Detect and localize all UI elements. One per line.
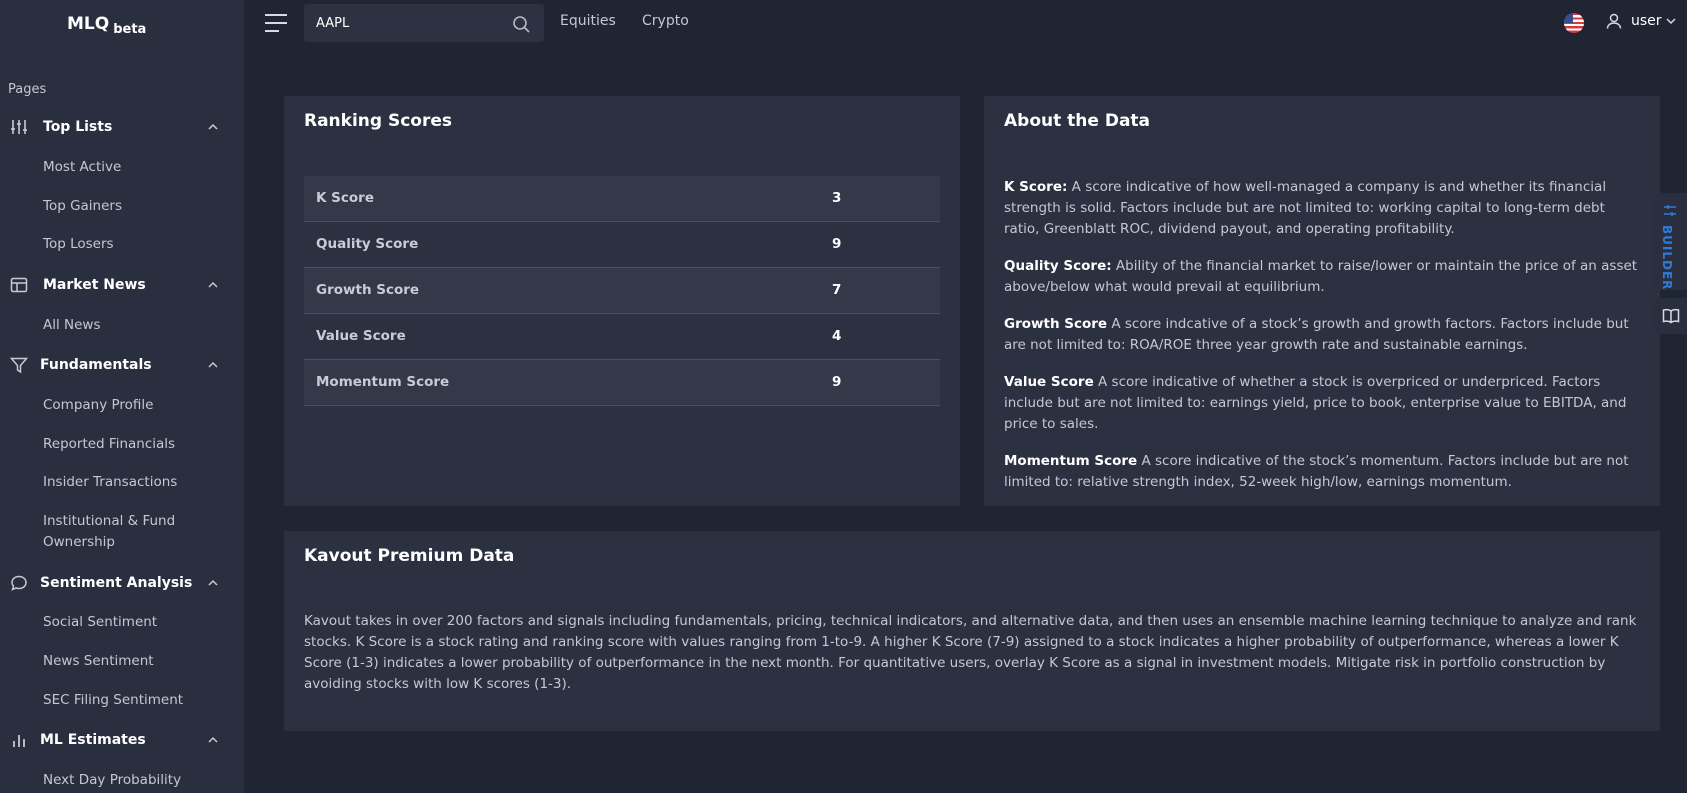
chevron-up-icon xyxy=(208,123,218,130)
table-row: K Score 3 xyxy=(304,176,940,222)
definition-term: Growth Score xyxy=(1004,316,1108,332)
chevron-up-icon xyxy=(208,579,218,586)
nav-link-equities[interactable]: Equities xyxy=(560,13,616,29)
table-row: Momentum Score 9 xyxy=(304,360,940,406)
definition-k-score: K Score: A score indicative of how well-… xyxy=(1004,177,1644,240)
sidebar-section-label: Top Lists xyxy=(43,119,113,135)
docs-tab[interactable] xyxy=(1653,298,1687,334)
pages-label: Pages xyxy=(8,82,47,97)
definition-growth-score: Growth Score A score indcative of a stoc… xyxy=(1004,314,1644,356)
score-name: Value Score xyxy=(316,328,406,344)
sidebar-section-label: Fundamentals xyxy=(40,357,152,373)
logo-text: MLQ xyxy=(67,14,110,34)
search-input[interactable] xyxy=(316,4,506,42)
sidebar-item-label-line1: Institutional & Fund xyxy=(43,513,176,529)
ranking-scores-table: K Score 3 Quality Score 9 Growth Score 7… xyxy=(304,176,940,406)
sidebar-item-insider-transactions[interactable]: Insider Transactions xyxy=(43,472,177,493)
score-name: K Score xyxy=(316,190,374,206)
about-data-card: About the Data K Score: A score indicati… xyxy=(984,96,1660,506)
beta-badge: beta xyxy=(113,22,147,37)
user-label: user xyxy=(1631,13,1662,29)
bar-chart-icon xyxy=(13,735,25,747)
sidebar-item-reported-financials[interactable]: Reported Financials xyxy=(43,434,175,455)
sidebar-item-next-day-probability[interactable]: Next Day Probability xyxy=(43,770,181,791)
sidebar-item-label-line2: Ownership xyxy=(43,534,115,550)
definition-term: Value Score xyxy=(1004,374,1094,390)
sidebar-item-top-gainers[interactable]: Top Gainers xyxy=(43,196,122,217)
sidebar-section-market-news[interactable]: Market News xyxy=(0,266,244,304)
builder-label: BUILDER xyxy=(1660,225,1674,291)
score-name: Growth Score xyxy=(316,282,420,298)
about-data-title: About the Data xyxy=(1004,111,1151,131)
user-icon xyxy=(1606,13,1622,29)
sliders-icon xyxy=(11,120,27,134)
definition-text: A score indicative of whether a stock is… xyxy=(1004,374,1627,432)
definition-quality-score: Quality Score: Ability of the financial … xyxy=(1004,256,1644,298)
definition-term: Quality Score: xyxy=(1004,258,1112,274)
sidebar-section-label: Market News xyxy=(43,277,146,293)
hamburger-menu-icon[interactable] xyxy=(264,12,288,34)
definition-value-score: Value Score A score indicative of whethe… xyxy=(1004,372,1644,435)
sidebar-item-sec-filing-sentiment[interactable]: SEC Filing Sentiment xyxy=(43,690,183,711)
chevron-up-icon xyxy=(208,281,218,288)
chevron-down-icon xyxy=(1666,18,1676,25)
app-logo[interactable]: MLQ beta xyxy=(67,14,147,37)
sidebar-section-fundamentals[interactable]: Fundamentals xyxy=(0,346,244,384)
sidebar-item-news-sentiment[interactable]: News Sentiment xyxy=(43,651,154,672)
sidebar-section-label: ML Estimates xyxy=(40,732,146,748)
score-value: 9 xyxy=(832,374,842,390)
sidebar-item-social-sentiment[interactable]: Social Sentiment xyxy=(43,612,157,633)
chevron-up-icon xyxy=(208,736,218,743)
table-row: Quality Score 9 xyxy=(304,222,940,268)
score-value: 4 xyxy=(832,328,842,344)
score-value: 9 xyxy=(832,236,842,252)
kavout-premium-card: Kavout Premium Data Kavout takes in over… xyxy=(284,531,1660,731)
sidebar-section-top-lists[interactable]: Top Lists xyxy=(0,108,244,146)
sidebar: MLQ beta Pages Top Lists Most Active Top … xyxy=(0,0,244,793)
us-flag-icon[interactable] xyxy=(1564,13,1584,33)
sidebar-item-all-news[interactable]: All News xyxy=(43,315,101,336)
newspaper-icon xyxy=(10,277,28,293)
sidebar-section-label: Sentiment Analysis xyxy=(40,575,193,591)
definition-term: Momentum Score xyxy=(1004,453,1138,469)
table-row: Value Score 4 xyxy=(304,314,940,360)
definition-term: K Score: xyxy=(1004,179,1068,195)
sidebar-item-most-active[interactable]: Most Active xyxy=(43,157,121,178)
builder-icon xyxy=(1664,205,1676,216)
sidebar-item-company-profile[interactable]: Company Profile xyxy=(43,395,154,416)
search-box xyxy=(304,4,544,42)
score-value: 3 xyxy=(832,190,842,206)
sidebar-item-institutional-fund-ownership[interactable]: Institutional & Fund Ownership xyxy=(43,511,175,553)
definition-text: A score indicative of how well-managed a… xyxy=(1004,179,1607,237)
sidebar-item-top-losers[interactable]: Top Losers xyxy=(43,234,114,255)
user-menu[interactable]: user xyxy=(1605,12,1676,30)
search-icon[interactable] xyxy=(512,15,530,33)
about-data-text: K Score: A score indicative of how well-… xyxy=(1004,177,1644,509)
builder-tab[interactable]: BUILDER xyxy=(1653,193,1687,290)
sidebar-section-ml-estimates[interactable]: ML Estimates xyxy=(0,721,244,759)
score-name: Quality Score xyxy=(316,236,419,252)
filter-icon xyxy=(10,357,28,374)
chat-bubble-icon xyxy=(11,575,27,591)
kavout-premium-text: Kavout takes in over 200 factors and sig… xyxy=(304,613,1637,692)
sidebar-section-sentiment-analysis[interactable]: Sentiment Analysis xyxy=(0,564,244,602)
chevron-up-icon xyxy=(208,361,218,368)
table-row: Growth Score 7 xyxy=(304,268,940,314)
definition-momentum-score: Momentum Score A score indicative of the… xyxy=(1004,451,1644,493)
score-value: 7 xyxy=(832,282,842,298)
nav-link-crypto[interactable]: Crypto xyxy=(642,13,689,29)
kavout-premium-title: Kavout Premium Data xyxy=(304,546,515,566)
score-name: Momentum Score xyxy=(316,374,450,390)
book-icon xyxy=(1662,308,1680,324)
ranking-scores-title: Ranking Scores xyxy=(304,111,453,131)
ranking-scores-card: Ranking Scores K Score 3 Quality Score 9… xyxy=(284,96,960,506)
